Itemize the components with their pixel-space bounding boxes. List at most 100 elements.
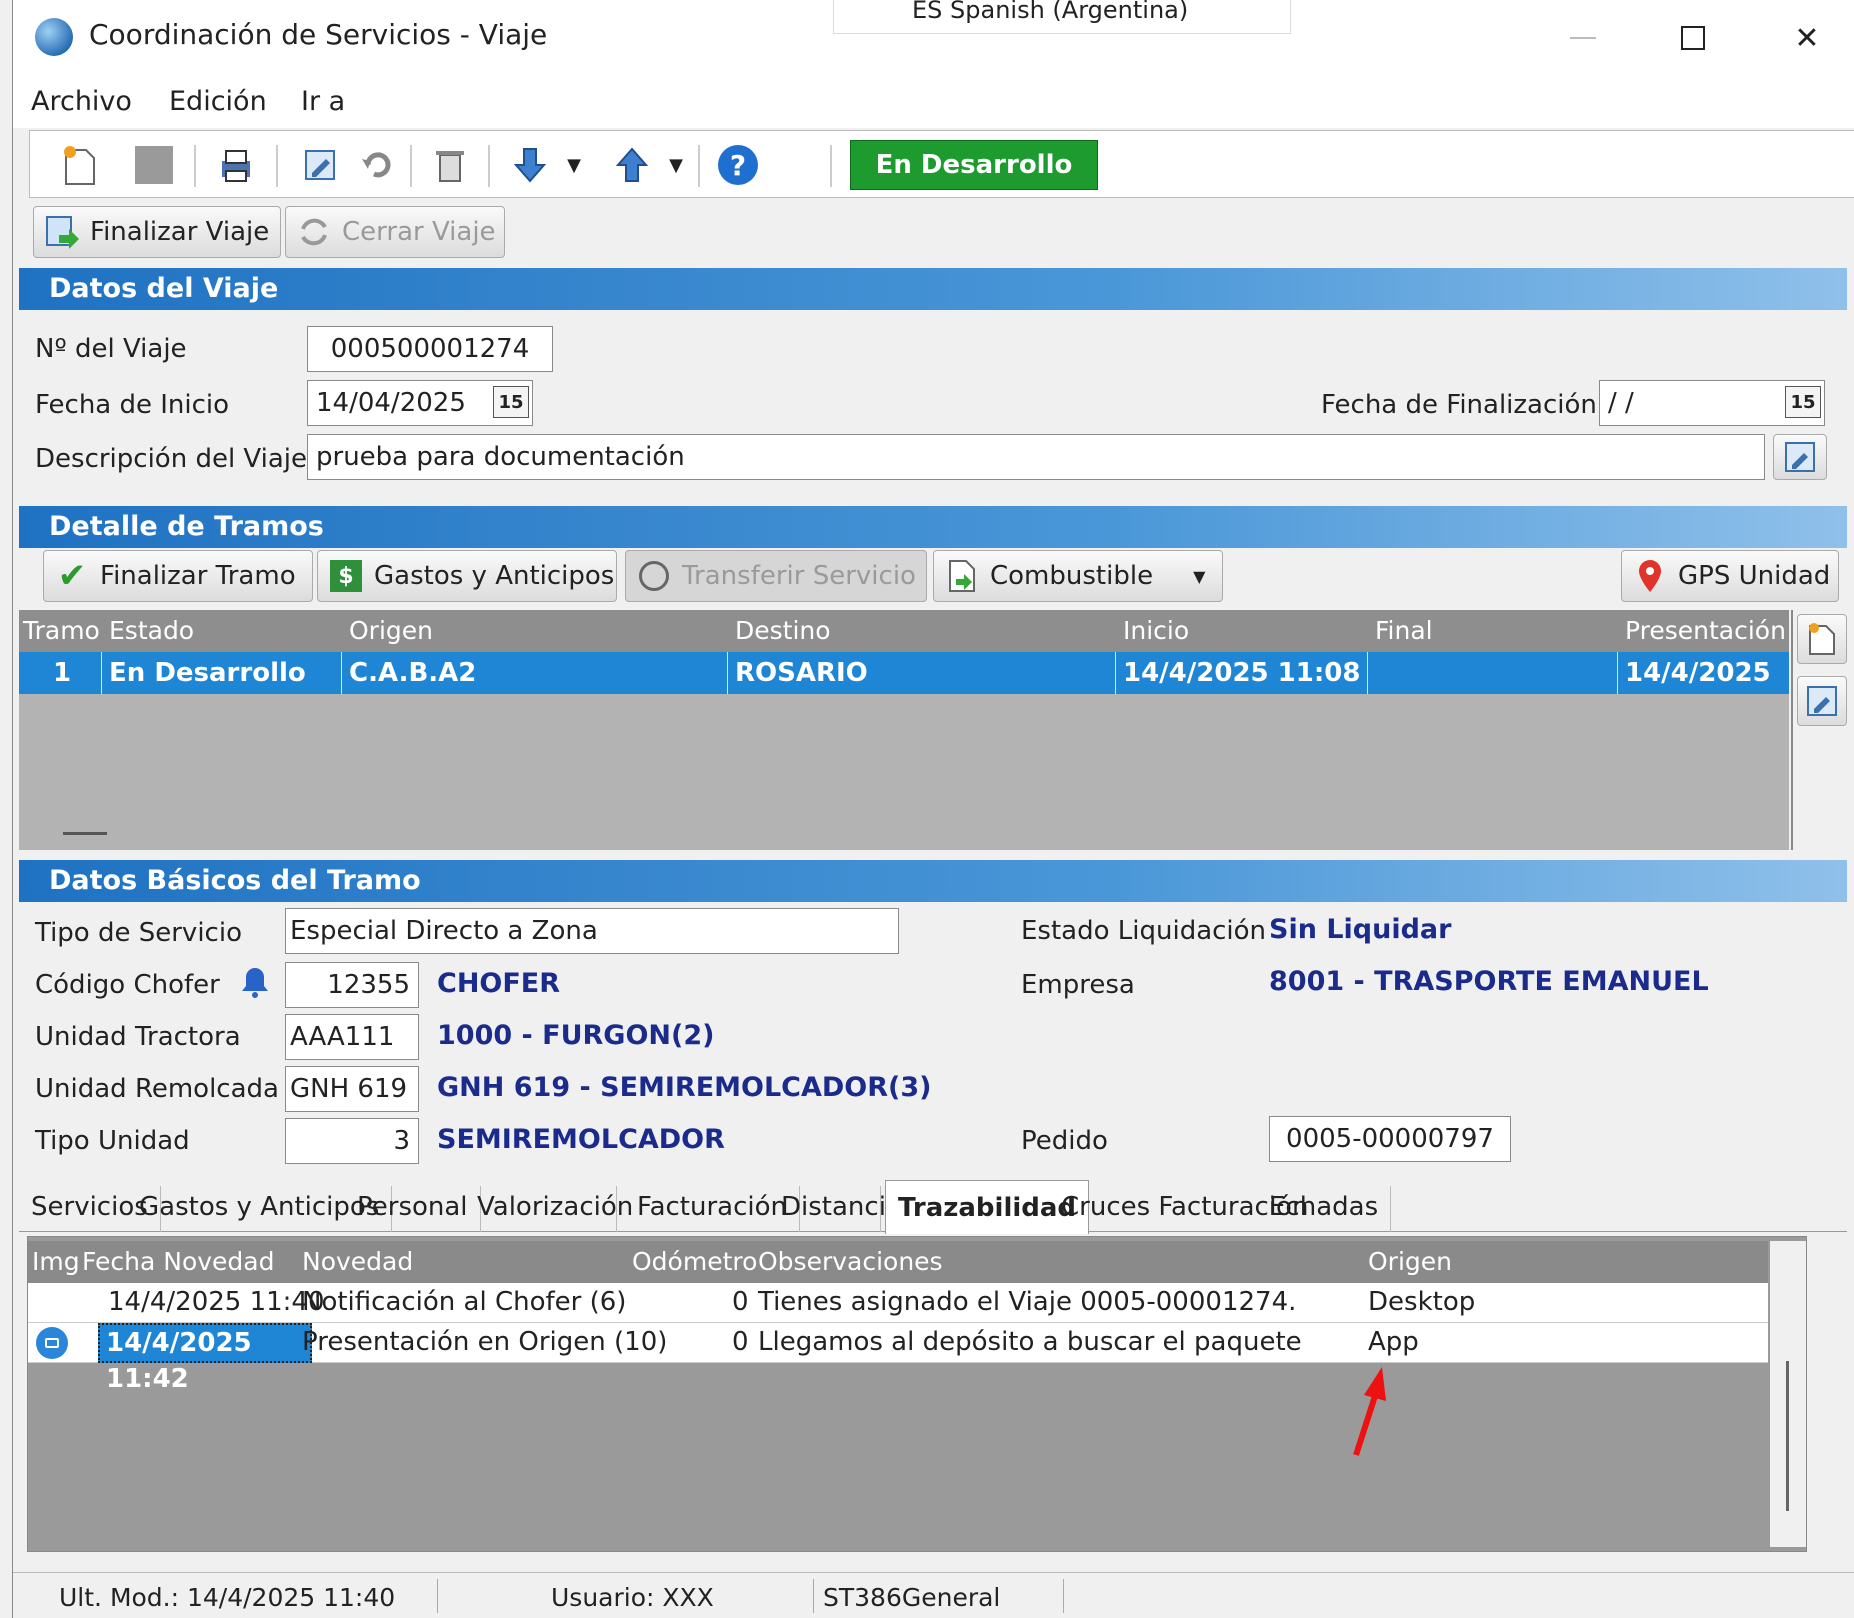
col-inicio[interactable]: Inicio	[1123, 616, 1189, 645]
codigo-chofer-field[interactable]: 12355	[285, 962, 419, 1008]
cerrar-viaje-button[interactable]: Cerrar Viaje	[285, 206, 505, 258]
tab-echadas[interactable]: Echadas	[1257, 1186, 1392, 1232]
col-fecha-novedad[interactable]: Fecha Novedad	[82, 1247, 274, 1276]
menu-ir-a[interactable]: Ir a	[301, 86, 345, 117]
status-bar: Ult. Mod.: 14/4/2025 11:40 Usuario: XXX …	[13, 1572, 1854, 1618]
document-arrow-icon	[44, 214, 80, 250]
chevron-down-icon[interactable]: ▼	[1193, 567, 1205, 586]
tab-valorizacion[interactable]: Valorización	[465, 1186, 633, 1232]
descripcion-field[interactable]: prueba para documentación	[307, 434, 1765, 480]
menu-archivo[interactable]: Archivo	[31, 86, 132, 117]
cerrar-viaje-label: Cerrar Viaje	[342, 217, 496, 247]
gastos-anticipos-button[interactable]: $ Gastos y Anticipos	[317, 550, 617, 602]
cell-observaciones: Tienes asignado el Viaje 0005-00001274.	[758, 1287, 1297, 1317]
finalizar-tramo-label: Finalizar Tramo	[100, 561, 296, 591]
cell-divider	[1367, 652, 1368, 694]
nro-viaje-label: Nº del Viaje	[35, 334, 187, 364]
unidad-remolcada-desc: GNH 619 - SEMIREMOLCADOR(3)	[437, 1072, 932, 1103]
annotation-arrow-icon	[1353, 1367, 1386, 1456]
tab-distancia[interactable]: Distancia	[769, 1186, 902, 1232]
cell-destino: ROSARIO	[735, 658, 868, 688]
cell-observaciones: Llegamos al depósito a buscar el paquete	[758, 1327, 1302, 1357]
undo-icon[interactable]	[350, 139, 402, 191]
table-row[interactable]: 14/4/2025 11:40 Notificación al Chofer (…	[28, 1283, 1768, 1323]
table-row[interactable]: 14/4/2025 11:42 Presentación en Origen (…	[28, 1323, 1768, 1394]
edit-tramo-button[interactable]	[1797, 676, 1847, 726]
add-tramo-button[interactable]	[1797, 614, 1847, 664]
cell-novedad: Notificación al Chofer (6)	[302, 1287, 627, 1317]
status-separator	[1063, 1579, 1064, 1613]
col-origen[interactable]: Origen	[349, 616, 433, 645]
refresh-icon	[296, 214, 332, 250]
col-img[interactable]: Img	[32, 1247, 80, 1276]
combustible-label: Combustible	[990, 561, 1154, 591]
trazabilidad-grid-header: Img Fecha Novedad Novedad Odómetro Obser…	[28, 1241, 1768, 1283]
scrollbar-thumb[interactable]	[1786, 1361, 1789, 1511]
toolbar-separator	[410, 145, 412, 187]
transferir-servicio-button[interactable]: Transferir Servicio	[625, 550, 927, 602]
status-separator	[437, 1579, 438, 1613]
cell-origen: App	[1368, 1327, 1419, 1357]
status-separator	[813, 1579, 814, 1613]
help-icon[interactable]: ?	[712, 139, 764, 191]
gps-unidad-button[interactable]: GPS Unidad	[1621, 550, 1839, 602]
edit-description-button[interactable]	[1773, 434, 1827, 480]
minimize-icon[interactable]	[1553, 14, 1613, 62]
new-doc-icon[interactable]	[54, 139, 106, 191]
cell-fecha-selected[interactable]: 14/4/2025 11:42	[98, 1323, 312, 1394]
tipo-unidad-field[interactable]: 3	[285, 1118, 419, 1164]
col-final[interactable]: Final	[1375, 616, 1433, 645]
tipo-servicio-field[interactable]: Especial Directo a Zona	[285, 908, 899, 954]
chevron-down-icon[interactable]: ▼	[650, 139, 702, 191]
edit-icon[interactable]	[294, 139, 346, 191]
transfer-icon	[636, 558, 672, 594]
col-tramo[interactable]: Tramo	[23, 616, 100, 645]
table-row[interactable]: 1 En Desarrollo C.A.B.A2 ROSARIO 14/4/20…	[19, 652, 1789, 694]
grid-resize-handle[interactable]	[63, 832, 107, 835]
map-pin-icon	[1632, 558, 1668, 594]
datos-viaje-header: Datos del Viaje	[19, 268, 1847, 310]
save-icon[interactable]	[128, 139, 180, 191]
col-destino[interactable]: Destino	[735, 616, 831, 645]
cell-odometro: 0	[732, 1287, 749, 1317]
tramos-grid-header: Tramo Estado Origen Destino Inicio Final…	[19, 610, 1789, 652]
combustible-button[interactable]: Combustible ▼	[933, 550, 1223, 602]
money-icon: $	[328, 558, 364, 594]
edit-icon	[1782, 439, 1818, 475]
language-indicator[interactable]: ES Spanish (Argentina)	[833, 0, 1291, 34]
unidad-remolcada-field[interactable]: GNH 619	[285, 1066, 419, 1112]
cell-divider	[1617, 652, 1618, 694]
descripcion-label: Descripción del Viaje	[35, 444, 308, 474]
unidad-tractora-field[interactable]: AAA111	[285, 1014, 419, 1060]
ultima-modificacion: Ult. Mod.: 14/4/2025 11:40	[59, 1583, 396, 1612]
nro-viaje-field[interactable]: 000500001274	[307, 326, 553, 372]
col-odometro[interactable]: Odómetro	[632, 1247, 757, 1276]
estado-liquidacion-value: Sin Liquidar	[1269, 914, 1452, 945]
scrollbar-track[interactable]	[1770, 1241, 1806, 1547]
chevron-down-icon[interactable]: ▼	[548, 139, 600, 191]
cell-divider	[1115, 652, 1116, 694]
finalizar-viaje-button[interactable]: Finalizar Viaje	[33, 206, 281, 258]
finalizar-tramo-button[interactable]: ✔ Finalizar Tramo	[43, 550, 313, 602]
col-novedad[interactable]: Novedad	[302, 1247, 413, 1276]
col-presentacion[interactable]: Presentación	[1625, 616, 1786, 645]
cell-presentacion: 14/4/2025	[1625, 658, 1771, 688]
bell-icon[interactable]	[235, 962, 275, 1002]
tab-personal[interactable]: Personal	[345, 1186, 481, 1232]
pedido-field[interactable]: 0005-00000797	[1269, 1116, 1511, 1162]
print-icon[interactable]	[210, 139, 262, 191]
calendar-icon[interactable]: 15	[1785, 386, 1821, 418]
calendar-icon[interactable]: 15	[493, 386, 529, 418]
checkmark-icon: ✔	[57, 556, 87, 596]
col-observaciones[interactable]: Observaciones	[758, 1247, 943, 1276]
menu-edicion[interactable]: Edición	[169, 86, 267, 117]
cell-novedad: Presentación en Origen (10)	[302, 1327, 668, 1357]
delete-icon[interactable]	[424, 139, 476, 191]
maximize-icon[interactable]	[1663, 14, 1723, 62]
tipo-unidad-desc: SEMIREMOLCADOR	[437, 1124, 725, 1155]
cell-divider	[727, 652, 728, 694]
col-origen[interactable]: Origen	[1368, 1247, 1452, 1276]
camera-icon[interactable]	[36, 1327, 68, 1359]
close-icon[interactable]: ✕	[1777, 14, 1837, 62]
col-estado[interactable]: Estado	[109, 616, 194, 645]
